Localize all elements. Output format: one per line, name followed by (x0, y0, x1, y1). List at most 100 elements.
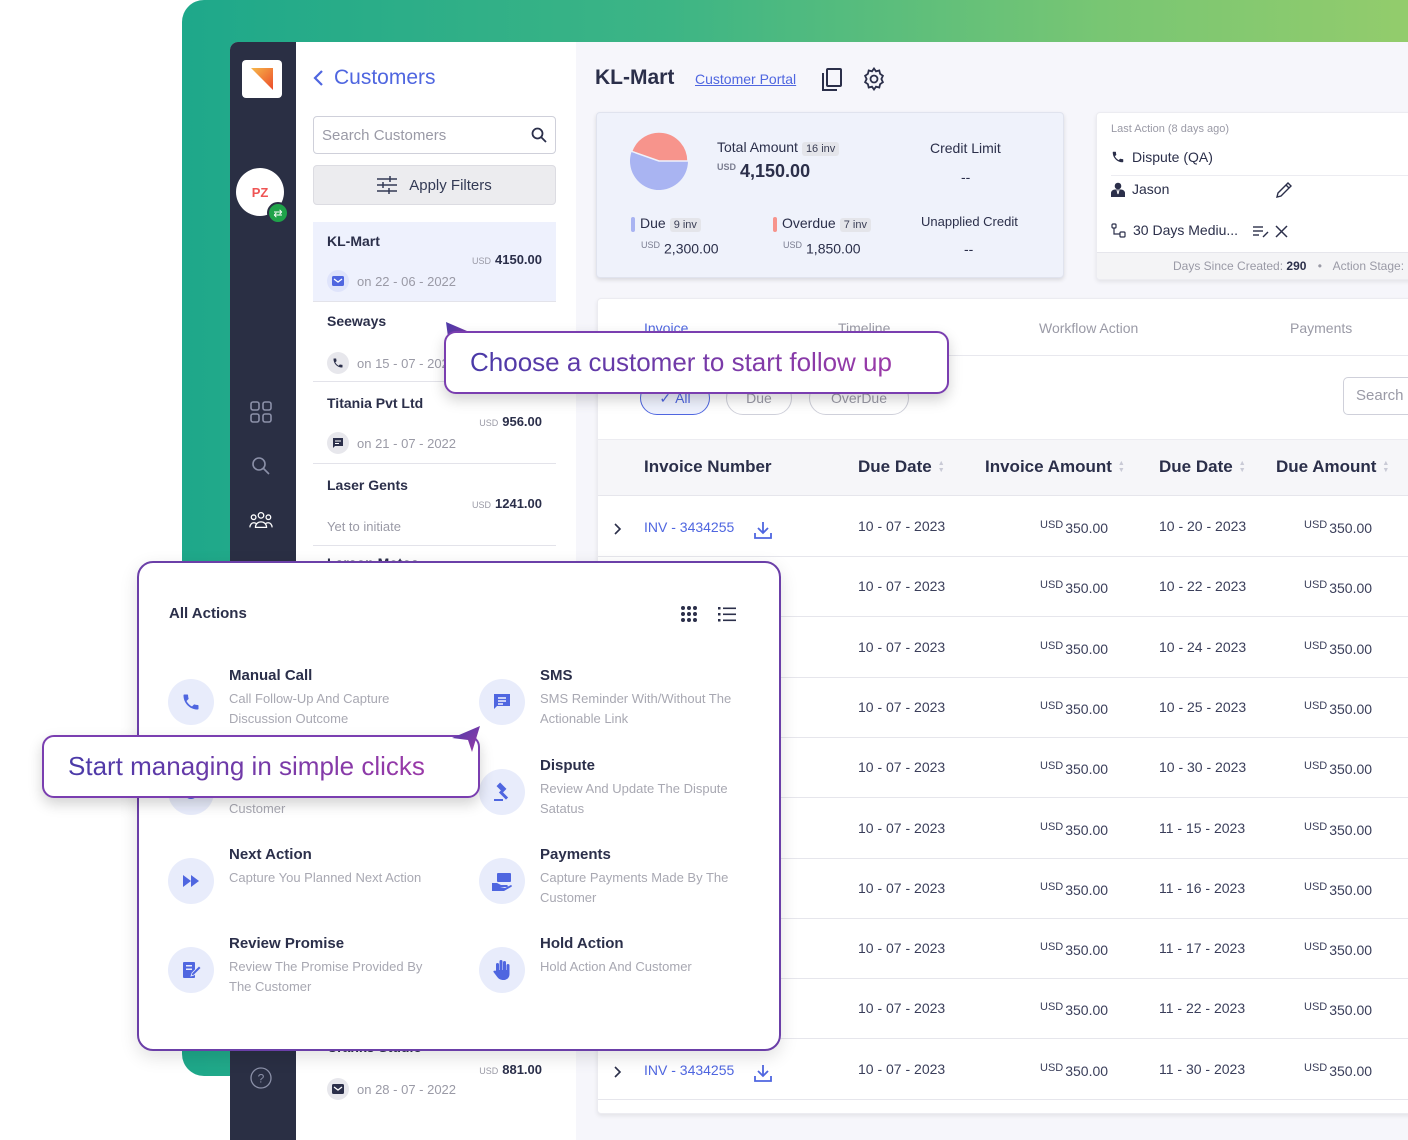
col-invoice-amount[interactable]: Invoice Amount ▲ ▼ (985, 457, 1125, 477)
unapplied-credit-label: Unapplied Credit (921, 214, 1018, 229)
copy-icon[interactable] (821, 68, 843, 92)
tab-workflow-action[interactable]: Workflow Action (1039, 320, 1138, 336)
due-date: 10 - 24 - 2023 (1159, 638, 1247, 655)
dashboard-icon[interactable] (249, 400, 273, 424)
currency: USD (783, 240, 803, 250)
switch-icon[interactable]: ⇄ (267, 202, 289, 224)
due-amount: 350.00 (1329, 942, 1373, 959)
invoice-amount: 350.00 (1065, 580, 1109, 597)
customer-item[interactable]: KL-Mart USD 4150.00 on 22 - 06 - 2022 (313, 222, 556, 302)
currency: USD (1040, 820, 1064, 833)
invoice-date: 10 - 07 - 2023 (858, 578, 946, 595)
customer-last-contact: on 28 - 07 - 2022 (357, 1081, 457, 1097)
currency: USD (1304, 820, 1328, 833)
callout-choose-customer: Choose a customer to start follow up (444, 331, 949, 394)
currency: USD (471, 256, 491, 266)
currency: USD (471, 500, 491, 510)
customer-item[interactable]: Titania Pvt Ltd USD 956.00 on 21 - 07 - 2… (313, 384, 556, 464)
invoice-date: 10 - 07 - 2023 (858, 879, 946, 896)
col-label: Invoice Number (644, 457, 772, 476)
invoice-date: 10 - 07 - 2023 (858, 940, 946, 957)
due-date: 11 - 17 - 2023 (1159, 940, 1246, 957)
tab-payments[interactable]: Payments (1290, 320, 1352, 336)
customer-name: Laser Gents (327, 477, 408, 493)
col-due-date[interactable]: Due Date ▲ ▼ (858, 457, 945, 477)
invoice-number-link[interactable]: INV - 3434255 (644, 1062, 734, 1078)
invoice-amount: 350.00 (1065, 520, 1109, 536)
customer-last-contact: on 21 - 07 - 2022 (357, 435, 457, 451)
currency: USD (1304, 1001, 1328, 1014)
customer-search-input[interactable] (322, 126, 531, 144)
col-invoice-number[interactable]: Invoice Number (644, 457, 772, 477)
action-next-action[interactable]: Next Action Capture You Planned Next Acti… (168, 846, 448, 916)
customer-item[interactable]: Laser Gents USD 1241.00 Yet to initiate (313, 466, 556, 546)
chat-icon (327, 432, 349, 454)
col-label: Due Date (858, 457, 932, 476)
invoice-amount: 350.00 (1065, 1062, 1109, 1079)
list-view-icon[interactable] (718, 605, 736, 623)
assigned-owner: Jason (1132, 181, 1170, 197)
due-color-marker (631, 216, 635, 232)
invoice-amount: 350.00 (1065, 1002, 1109, 1019)
invoice-date: 10 - 07 - 2023 (858, 518, 946, 534)
invoice-number-link[interactable]: INV - 3434255 (644, 519, 734, 535)
gavel-icon (479, 769, 525, 815)
workflow-edit-icon[interactable] (1253, 225, 1269, 238)
expand-chevron-icon[interactable] (614, 523, 622, 535)
due-amount: 350.00 (1329, 700, 1373, 717)
currency: USD (1304, 579, 1328, 592)
user-icon (1111, 182, 1125, 197)
last-action-card: Last Action (8 days ago) Dispute (QA) Ja… (1096, 112, 1408, 280)
action-name: Manual Call (229, 667, 313, 684)
customer-search[interactable] (313, 116, 556, 154)
due-overdue-pie (630, 131, 689, 190)
col-due-date-2[interactable]: Due Date ▲ ▼ (1159, 457, 1246, 477)
action-hold-action[interactable]: Hold Action Hold Action And Customer (479, 935, 759, 1005)
gear-icon[interactable] (862, 67, 886, 91)
due-date: 10 - 30 - 2023 (1159, 759, 1247, 776)
due-amount: 350.00 (1329, 1002, 1373, 1019)
action-manual-call[interactable]: Manual Call Call Follow-Up And Capture Di… (168, 667, 448, 737)
workflow-name: 30 Days Mediu... (1133, 222, 1239, 238)
filter-sliders-icon (377, 176, 398, 194)
due-date: 10 - 22 - 2023 (1159, 578, 1247, 595)
apply-filters-button[interactable]: Apply Filters (313, 165, 556, 205)
currency: USD (1040, 639, 1064, 652)
col-due-amount[interactable]: Due Amount ▲ ▼ (1276, 457, 1389, 477)
table-header: Invoice Number Due Date ▲ ▼ Invoice Amount… (598, 439, 1408, 496)
action-name: Hold Action (540, 935, 624, 952)
customer-portal-link[interactable]: Customer Portal (695, 71, 796, 87)
action-description: Capture You Planned Next Action (229, 870, 422, 885)
search-icon[interactable] (531, 127, 547, 143)
action-dispute[interactable]: Dispute Review And Update The Dispute Sat… (479, 757, 759, 827)
grid-view-icon[interactable] (680, 605, 698, 623)
action-sms[interactable]: SMS SMS Reminder With/Without The Actiona… (479, 667, 759, 737)
action-review-promise[interactable]: Review Promise Review The Promise Provide… (168, 935, 448, 1005)
col-label: Invoice Amount (985, 457, 1112, 476)
action-name: Payments (540, 846, 611, 863)
download-icon[interactable] (754, 1064, 772, 1082)
action-name: Next Action (229, 846, 312, 863)
customers-icon[interactable] (249, 508, 273, 532)
phone-icon (1112, 151, 1124, 163)
last-action-label: Last Action (8 days ago) (1111, 123, 1230, 135)
invoice-search-input[interactable]: Search (1343, 377, 1408, 415)
all-actions-title: All Actions (169, 605, 247, 622)
download-icon[interactable] (754, 521, 772, 539)
currency: USD (1040, 579, 1064, 592)
customers-back-link[interactable]: Customers (312, 66, 436, 90)
action-payments[interactable]: Payments Capture Payments Made By The Cus… (479, 846, 759, 916)
invoice-amount: 350.00 (1065, 640, 1109, 657)
currency: USD (1304, 1061, 1328, 1074)
edit-pencil-icon[interactable] (1275, 181, 1293, 199)
due-amount: 350.00 (1329, 520, 1373, 536)
action-stage-label: Action Stage: (1332, 259, 1405, 273)
app-logo[interactable] (242, 60, 282, 98)
search-icon[interactable] (249, 454, 273, 478)
close-icon[interactable] (1275, 225, 1288, 238)
table-row[interactable]: INV - 343425510 - 07 - 2023USD350.0010 -… (598, 497, 1408, 557)
help-icon[interactable]: ? (249, 1066, 273, 1090)
expand-chevron-icon[interactable] (614, 1066, 622, 1078)
currency: USD (1304, 941, 1328, 954)
customers-title: Customers (334, 66, 436, 89)
